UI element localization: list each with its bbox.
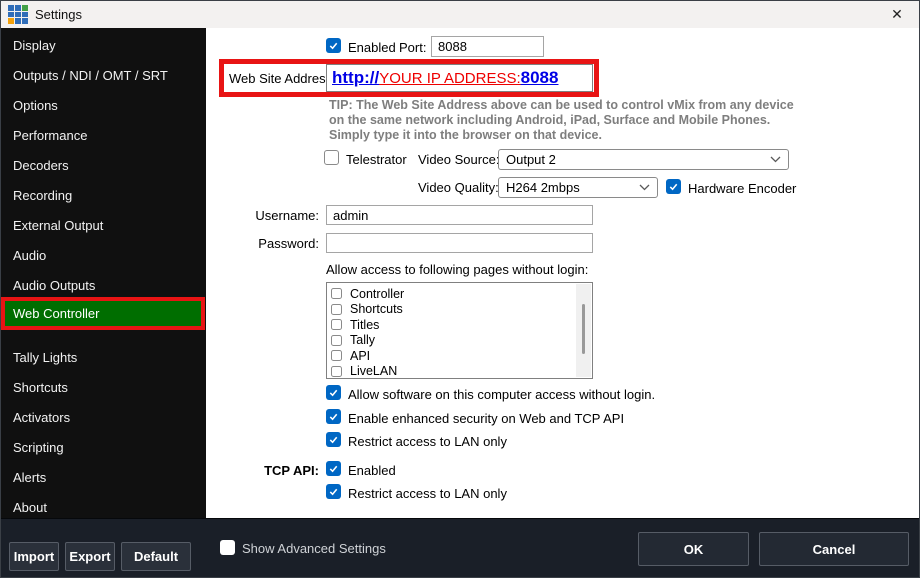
username-label: Username: [255, 208, 319, 223]
url-scheme: http:// [332, 68, 380, 87]
close-icon[interactable]: ✕ [875, 1, 919, 28]
list-item-livelan[interactable]: LiveLAN [331, 364, 592, 380]
restrict-lan-checkbox[interactable] [326, 432, 341, 447]
tip-line-2: on the same network including Android, i… [329, 113, 771, 127]
url-host: YOUR IP ADDRESS [379, 70, 517, 87]
shortcuts-checkbox[interactable] [331, 303, 342, 315]
sidebar-item-options[interactable]: Options [1, 90, 206, 120]
sidebar-item-audio[interactable]: Audio [1, 240, 206, 270]
chevron-down-icon [639, 184, 650, 191]
controller-checkbox[interactable] [331, 288, 342, 300]
allow-pages-listbox[interactable]: Controller Shortcuts Titles Tally API Li… [326, 282, 593, 379]
ok-button[interactable]: OK [638, 532, 749, 566]
sidebar-item-shortcuts[interactable]: Shortcuts [1, 372, 206, 402]
sidebar-item-tally-lights[interactable]: Tally Lights [1, 342, 206, 372]
website-address-label: Web Site Address: [229, 71, 336, 86]
port-input[interactable] [431, 36, 544, 57]
sidebar-item-external-output[interactable]: External Output [1, 210, 206, 240]
list-item-titles[interactable]: Titles [331, 317, 592, 333]
sidebar-item-scripting[interactable]: Scripting [1, 432, 206, 462]
import-button[interactable]: Import [9, 542, 59, 571]
sidebar-item-display[interactable]: Display [1, 30, 206, 60]
tip-text: TIP: The Web Site Address above can be u… [329, 98, 869, 143]
list-item-controller[interactable]: Controller [331, 286, 592, 302]
window-title: Settings [35, 7, 82, 22]
allow-software-label: Allow software on this computer access w… [348, 387, 656, 402]
bottom-bar: Import Export Default Show Advanced Sett… [1, 518, 919, 577]
allow-pages-label: Allow access to following pages without … [326, 262, 589, 277]
scrollbar-thumb[interactable] [582, 304, 585, 354]
video-quality-select[interactable]: H264 2mbps [498, 177, 658, 198]
sidebar-item-outputs[interactable]: Outputs / NDI / OMT / SRT [1, 60, 206, 90]
video-source-label: Video Source: [418, 152, 500, 167]
restrict-lan-label: Restrict access to LAN only [348, 434, 507, 449]
video-source-value: Output 2 [506, 152, 556, 167]
web-enabled-label: Enabled [348, 40, 396, 55]
sidebar-item-audio-outputs[interactable]: Audio Outputs [1, 270, 206, 300]
password-label: Password: [258, 236, 319, 251]
sidebar-item-alerts[interactable]: Alerts [1, 462, 206, 492]
video-quality-value: H264 2mbps [506, 180, 580, 195]
port-label: Port: [399, 40, 427, 55]
list-item-label: API [350, 348, 371, 363]
list-item-label: LiveLAN [350, 364, 398, 379]
settings-sidebar: Display Outputs / NDI / OMT / SRT Option… [1, 28, 206, 518]
list-item-tally[interactable]: Tally [331, 333, 592, 349]
default-button[interactable]: Default [121, 542, 191, 571]
sidebar-item-recording[interactable]: Recording [1, 180, 206, 210]
vmix-grid-icon [8, 5, 28, 24]
sidebar-item-web-controller[interactable]: Web Controller [1, 297, 205, 330]
list-item-label: Titles [350, 317, 380, 332]
tally-checkbox[interactable] [331, 334, 342, 346]
cancel-button[interactable]: Cancel [759, 532, 909, 566]
website-address-link[interactable]: http://YOUR IP ADDRESS:8088 [332, 68, 558, 88]
hardware-encoder-label: Hardware Encoder [688, 181, 797, 196]
hardware-encoder-checkbox[interactable] [666, 179, 681, 194]
list-item-shortcuts[interactable]: Shortcuts [331, 302, 592, 318]
show-advanced-label: Show Advanced Settings [242, 541, 386, 556]
titles-checkbox[interactable] [331, 319, 342, 331]
username-input[interactable] [326, 205, 593, 225]
password-input[interactable] [326, 233, 593, 253]
livelan-checkbox[interactable] [331, 365, 342, 377]
tcp-restrict-lan-label: Restrict access to LAN only [348, 486, 507, 501]
url-port: 8088 [520, 68, 559, 87]
allow-software-checkbox[interactable] [326, 385, 341, 400]
tcp-enabled-checkbox[interactable] [326, 461, 341, 476]
settings-window: Settings ✕ Display Outputs / NDI / OMT /… [0, 0, 920, 578]
tip-line-3: Simply type it into the browser on that … [329, 128, 602, 142]
video-quality-label: Video Quality: [418, 180, 499, 195]
sidebar-item-performance[interactable]: Performance [1, 120, 206, 150]
enhanced-security-checkbox[interactable] [326, 409, 341, 424]
tcp-api-label: TCP API: [264, 463, 319, 478]
sidebar-item-activators[interactable]: Activators [1, 402, 206, 432]
export-button[interactable]: Export [65, 542, 115, 571]
telestrator-label: Telestrator [346, 152, 407, 167]
list-item-label: Tally [350, 333, 376, 348]
list-item-label: Shortcuts [350, 302, 403, 317]
video-source-select[interactable]: Output 2 [498, 149, 789, 170]
chevron-down-icon [770, 156, 781, 163]
tcp-enabled-label: Enabled [348, 463, 396, 478]
api-checkbox[interactable] [331, 350, 342, 362]
sidebar-item-decoders[interactable]: Decoders [1, 150, 206, 180]
tcp-restrict-lan-checkbox[interactable] [326, 484, 341, 499]
web-enabled-checkbox[interactable] [326, 38, 341, 53]
list-item-api[interactable]: API [331, 348, 592, 364]
website-address-box: http://YOUR IP ADDRESS:8088 [326, 64, 593, 92]
listbox-scrollbar[interactable] [576, 284, 591, 377]
enhanced-security-label: Enable enhanced security on Web and TCP … [348, 411, 625, 426]
tip-line-1: TIP: The Web Site Address above can be u… [329, 98, 794, 112]
list-item-label: Controller [350, 286, 405, 301]
telestrator-checkbox[interactable] [324, 150, 339, 165]
show-advanced-checkbox[interactable] [220, 540, 235, 555]
title-bar: Settings ✕ [1, 1, 919, 28]
